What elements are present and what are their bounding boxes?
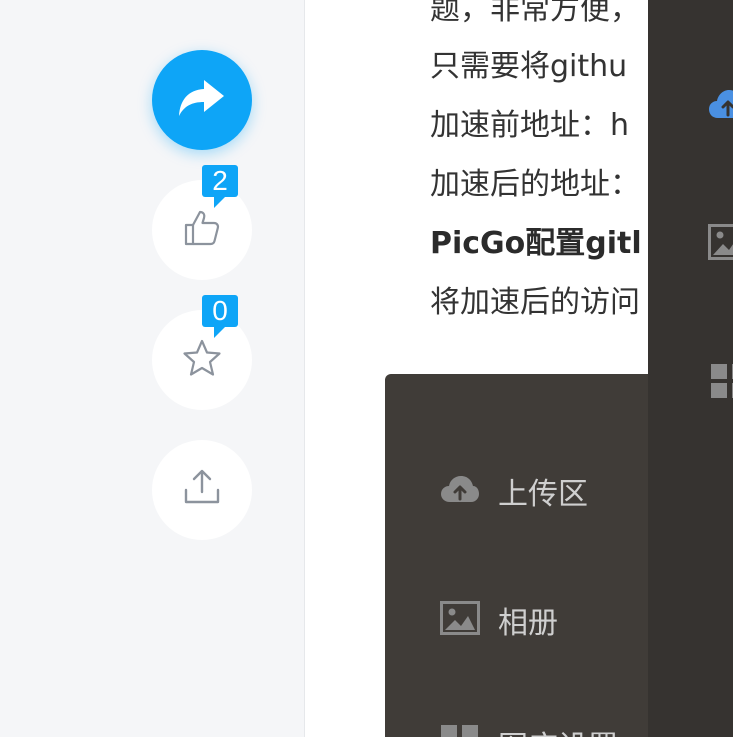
grid-icon — [440, 724, 480, 737]
article-line: 只需要将githu — [430, 49, 628, 84]
like-button[interactable]: 2 — [152, 165, 252, 280]
article-heading: PicGo配置gitl — [430, 226, 642, 261]
menu-item-label: 上传区 — [498, 477, 588, 512]
article-action-rail: 2 0 — [0, 0, 304, 737]
favorite-button[interactable]: 0 — [152, 295, 252, 410]
menu-item-label: 图床设置 — [498, 722, 618, 737]
article-line: 题，非常方便， — [430, 0, 640, 27]
embedded-screenshot-sidebar — [648, 0, 733, 737]
article-line: 将加速后的访问 — [430, 285, 640, 320]
cloud-upload-icon — [708, 88, 733, 125]
like-count-badge: 2 — [202, 165, 238, 208]
share-forward-button[interactable] — [152, 50, 252, 150]
menu-item-album: 相册 — [440, 600, 558, 641]
cloud-upload-icon — [440, 474, 480, 509]
page: 2 0 题，非常方便， 只需要将githu 加速前地址：h 加速后的地址： Pi… — [0, 0, 733, 737]
star-icon — [182, 338, 222, 383]
article-line: 加速前地址：h — [430, 108, 630, 143]
menu-item-settings: 图床设置 — [440, 724, 618, 737]
menu-item-label: 相册 — [498, 606, 558, 641]
share-forward-icon — [176, 76, 228, 125]
article-line: 加速后的地址： — [430, 167, 640, 202]
thumbs-up-icon — [182, 208, 222, 253]
image-icon — [440, 600, 480, 640]
export-share-button[interactable] — [152, 440, 252, 540]
favorite-count-badge: 0 — [202, 295, 238, 338]
image-icon — [708, 224, 733, 265]
upload-share-icon — [182, 468, 222, 513]
grid-icon — [710, 363, 733, 404]
menu-item-upload: 上传区 — [440, 471, 588, 512]
